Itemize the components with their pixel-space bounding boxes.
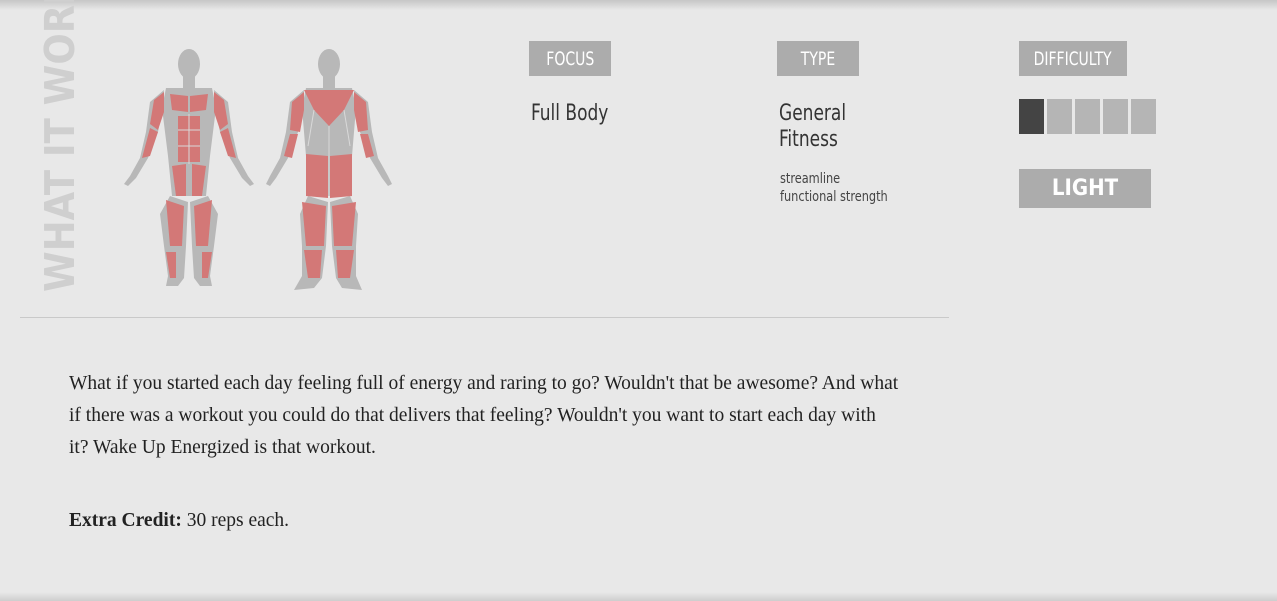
type-label: TYPE	[777, 41, 859, 76]
type-tag: functional strength	[780, 189, 888, 205]
focus-value: Full Body	[531, 101, 609, 126]
type-tags: streamline functional strength	[780, 170, 900, 206]
muscle-map-front-icon	[124, 49, 254, 286]
difficulty-label: DIFFICULTY	[1019, 41, 1127, 76]
muscle-map-back-icon	[266, 49, 392, 290]
difficulty-segment	[1075, 99, 1100, 134]
extra-credit: Extra Credit: 30 reps each.	[69, 505, 289, 537]
difficulty-segment	[1019, 99, 1044, 134]
type-value: General Fitness	[779, 101, 847, 152]
difficulty-level-badge: LIGHT	[1019, 169, 1151, 208]
extra-credit-text: 30 reps each.	[181, 510, 290, 531]
focus-label: FOCUS	[529, 41, 611, 76]
top-shadow	[0, 0, 1277, 10]
section-divider	[20, 317, 949, 318]
workout-description: What if you started each day feeling ful…	[69, 373, 899, 458]
extra-credit-label: Extra Credit:	[69, 510, 182, 531]
difficulty-segment	[1047, 99, 1072, 134]
difficulty-segment	[1131, 99, 1156, 134]
type-tag: streamline	[780, 171, 841, 187]
bottom-shadow	[0, 592, 1277, 601]
difficulty-segment	[1103, 99, 1128, 134]
section-title: WHAT IT WORKS	[36, 0, 84, 292]
difficulty-meter	[1019, 99, 1156, 134]
